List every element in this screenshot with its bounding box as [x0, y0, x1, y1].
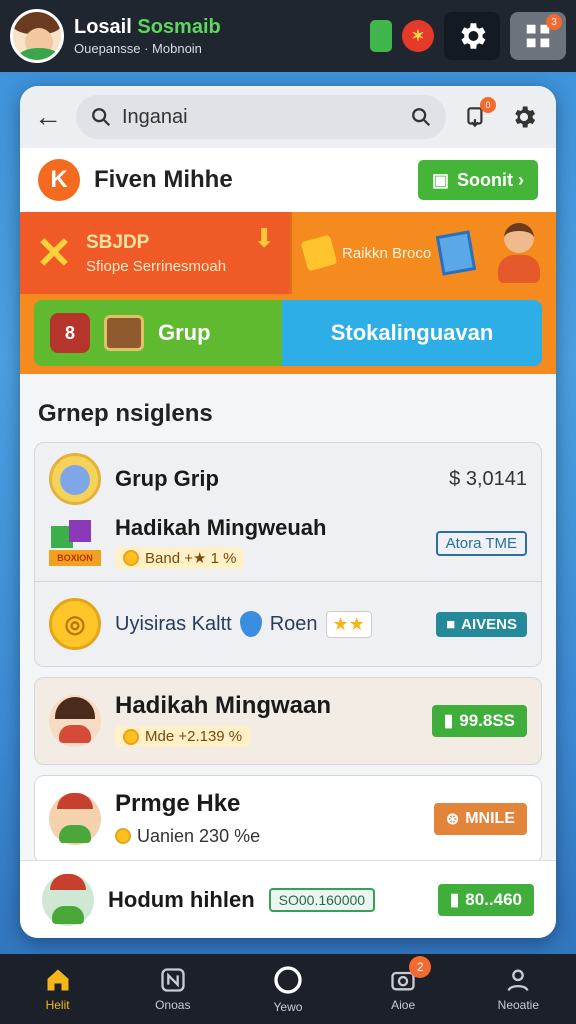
notif-badge: 0 [480, 97, 496, 113]
submit-button[interactable]: ▣ Soonit › [418, 160, 538, 200]
home-icon [47, 969, 69, 991]
battery-icon [370, 20, 392, 52]
tab-grup-label: Grup [158, 320, 211, 345]
list-item[interactable]: Prmge Hke Uanien 230 %e ⊛ MNILE [34, 774, 542, 864]
grup-icon: 8 [50, 313, 90, 353]
status-badge[interactable]: Atora TME [435, 530, 527, 556]
section-title: Grnep nsiglens [38, 400, 213, 427]
bag-icon: ▮ [449, 889, 460, 909]
code-tag: SO00.160000 [268, 887, 376, 912]
n-logo-icon [161, 968, 185, 992]
category-tabs: 8 Grup Stokalinguavan [20, 294, 556, 374]
circle-icon [274, 966, 302, 994]
k-logo-icon: K [38, 159, 80, 201]
cross-swords-icon: ✕ [35, 228, 73, 278]
title-row: K Fiven Mihhe ▣ Soonit › [20, 148, 556, 212]
tab-grup[interactable]: 8 Grup [34, 300, 282, 366]
gear-icon [461, 23, 486, 49]
person-icon [507, 969, 529, 992]
group-name: Hadikah Mingwaan [115, 692, 332, 719]
nav-profile[interactable]: Neoatie [468, 966, 568, 1012]
search-submit-icon[interactable] [410, 106, 432, 128]
app-subtitle: Ouepansse · Mobnoin [74, 41, 202, 56]
gear-small-icon: ⊛ [445, 811, 460, 829]
gear-icon [515, 106, 536, 128]
options-button[interactable] [506, 99, 542, 135]
app-title: Losail Sosmaib [74, 16, 221, 38]
down-arrow-icon: ⬇ [253, 222, 275, 253]
price-button[interactable]: ▮ 99.8SS [431, 704, 527, 737]
kid-mascot-icon [492, 223, 544, 283]
blocks-icon: BOXION [49, 520, 101, 566]
board-icon [435, 230, 477, 276]
chest-icon [104, 315, 144, 351]
tab-stok[interactable]: Stokalinguavan [282, 300, 542, 366]
nav-camera[interactable]: 2 Aioe [353, 956, 453, 1012]
list-item[interactable]: Grup Grip $ 3,0141 BOXION Hadikah Mingwe… [34, 442, 542, 667]
shield-icon [239, 611, 262, 637]
promo-title: SBJDP [86, 231, 150, 253]
share-button[interactable]: 0 [458, 97, 496, 135]
promo-banner: ✕ SBJDP Sfiope Serrinesmoah ⬇ Raikkn Bro… [20, 212, 556, 294]
grid-menu-button[interactable]: 3 [510, 12, 566, 60]
list-item[interactable]: Hadikah Mingwaan Mde +2.139 % ▮ 99.8SS [34, 677, 542, 765]
search-bar[interactable] [76, 95, 446, 139]
top-status-bar: Losail Sosmaib Ouepansse · Mobnoin ✶ 3 [0, 0, 576, 72]
user-avatar[interactable] [10, 9, 64, 63]
notification-ball-icon[interactable]: ✶ [402, 20, 434, 52]
person-icon: ■ [446, 615, 456, 633]
bottom-nav: Helit Onoas Yewo 2 Aioe Neoatie [0, 954, 576, 1024]
mobile-button[interactable]: ⊛ MNILE [433, 803, 527, 836]
search-input[interactable] [122, 105, 400, 129]
group-list: Grup Grip $ 3,0141 BOXION Hadikah Mingwe… [20, 442, 556, 864]
gift-icon [300, 234, 338, 272]
nav-center[interactable]: Yewo [238, 964, 338, 1014]
list-item[interactable]: Hodum hihlen SO00.160000 ▮ 80..460 [20, 860, 556, 938]
price-button[interactable]: ▮ 80..460 [437, 883, 534, 916]
nav-groups[interactable]: Onoas [123, 966, 223, 1012]
nav-badge: 2 [409, 956, 432, 978]
reward-chip: Band +★ 1 % [115, 547, 245, 569]
page-title: Fiven Mihhe [94, 166, 233, 193]
promo-right[interactable]: Raikkn Broco [292, 212, 556, 294]
settings-button[interactable] [444, 12, 500, 60]
coin-icon [115, 828, 131, 844]
group-name: Grup Grip [115, 466, 219, 491]
settings-badge: 3 [546, 14, 562, 30]
mascot-avatar-icon [49, 453, 101, 505]
promo-left[interactable]: ✕ SBJDP Sfiope Serrinesmoah ⬇ [20, 212, 292, 294]
bag-icon: ▮ [443, 710, 454, 730]
boy-avatar-icon [49, 793, 101, 846]
kid-avatar-icon [42, 873, 94, 926]
coin-icon: ◎ [49, 598, 101, 650]
brand-block: Losail Sosmaib Ouepansse · Mobnoin [74, 16, 221, 56]
stars-badge: ★★ [325, 610, 372, 638]
main-panel: ← 0 K Fiven Mihhe ▣ Soonit › [20, 86, 556, 938]
reward-chip: Uanien 230 %e [115, 824, 268, 849]
promo-right-title: Raikkn Broco [342, 244, 432, 262]
coin-icon [123, 550, 139, 566]
coin-icon [123, 728, 139, 745]
aivens-button[interactable]: ■ AIVENS [436, 611, 527, 637]
group-name: Prmge Hke [115, 789, 241, 817]
group-subname: Hadikah Mingweuah [115, 515, 327, 540]
search-row: ← 0 [20, 86, 556, 148]
bag-icon: ▣ [432, 169, 450, 190]
back-arrow-icon[interactable]: ← [34, 101, 64, 133]
reward-chip: Mde +2.139 % [115, 726, 251, 747]
ray-row: Uyisiras Kaltt Roen ★★ [115, 610, 372, 638]
search-icon [92, 108, 111, 127]
promo-subtitle: Sfiope Serrinesmoah [86, 257, 227, 275]
group-name: Hodum hihlen [108, 886, 255, 912]
nav-home[interactable]: Helit [8, 966, 108, 1012]
group-price: $ 3,0141 [449, 467, 527, 490]
girl-avatar-icon [49, 694, 101, 747]
